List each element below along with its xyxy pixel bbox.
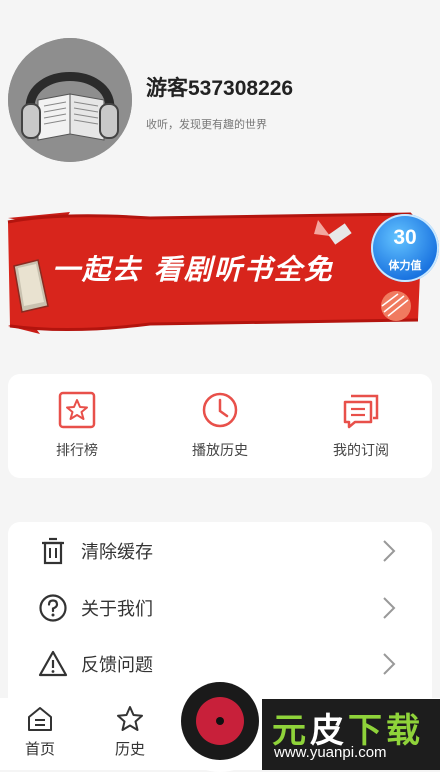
trash-icon — [42, 537, 64, 565]
clock-icon — [202, 392, 238, 428]
warning-icon — [38, 650, 68, 677]
subscription-button[interactable]: 我的订阅 — [306, 390, 416, 460]
headphone-book-icon — [8, 38, 132, 162]
tagline: 收听，发现更有趣的世界 — [146, 118, 267, 131]
stamina-value: 30 — [393, 226, 417, 249]
nav-history-label: 历史 — [114, 740, 145, 758]
quick-actions-card: 排行榜 播放历史 我的订阅 — [8, 374, 432, 478]
subscription-icon — [343, 394, 379, 429]
disc-hole — [216, 717, 224, 725]
menu-item-clear-cache[interactable]: 清除缓存 — [8, 522, 432, 578]
nav-home-label: 首页 — [24, 740, 55, 758]
nav-home[interactable]: 首页 — [10, 704, 70, 759]
avatar[interactable] — [8, 38, 132, 162]
chevron-right-icon — [383, 597, 396, 619]
menu-item-label: 反馈问题 — [81, 655, 153, 676]
star-outline-icon — [117, 706, 143, 731]
site-watermark: 元皮下载 www.yuanpi.com — [262, 699, 440, 770]
nav-history[interactable]: 历史 — [100, 704, 160, 759]
menu-item-about-us[interactable]: 关于我们 — [8, 579, 432, 635]
banner-text: 一起去 看剧听书全免 — [52, 253, 334, 286]
menu-item-label: 清除缓存 — [81, 542, 153, 563]
stamina-label: 体力值 — [388, 259, 422, 272]
stamina-badge[interactable]: 30 体力值 — [371, 214, 439, 282]
home-icon — [28, 707, 52, 731]
question-icon — [39, 594, 67, 622]
watermark-url: www.yuanpi.com — [274, 744, 387, 761]
username: 游客537308226 — [146, 77, 294, 100]
chevron-right-icon — [383, 653, 396, 675]
menu-item-label: 关于我们 — [81, 599, 153, 620]
ranking-button[interactable]: 排行榜 — [22, 390, 132, 460]
chevron-right-icon — [383, 540, 396, 562]
player-disc-button[interactable] — [181, 682, 259, 760]
profile-header: 游客537308226 收听，发现更有趣的世界 — [0, 0, 440, 200]
play-history-label: 播放历史 — [192, 443, 248, 459]
play-history-button[interactable]: 播放历史 — [165, 390, 275, 460]
ranking-label: 排行榜 — [56, 443, 98, 459]
subscription-label: 我的订阅 — [333, 443, 389, 459]
star-box-icon — [58, 391, 96, 429]
